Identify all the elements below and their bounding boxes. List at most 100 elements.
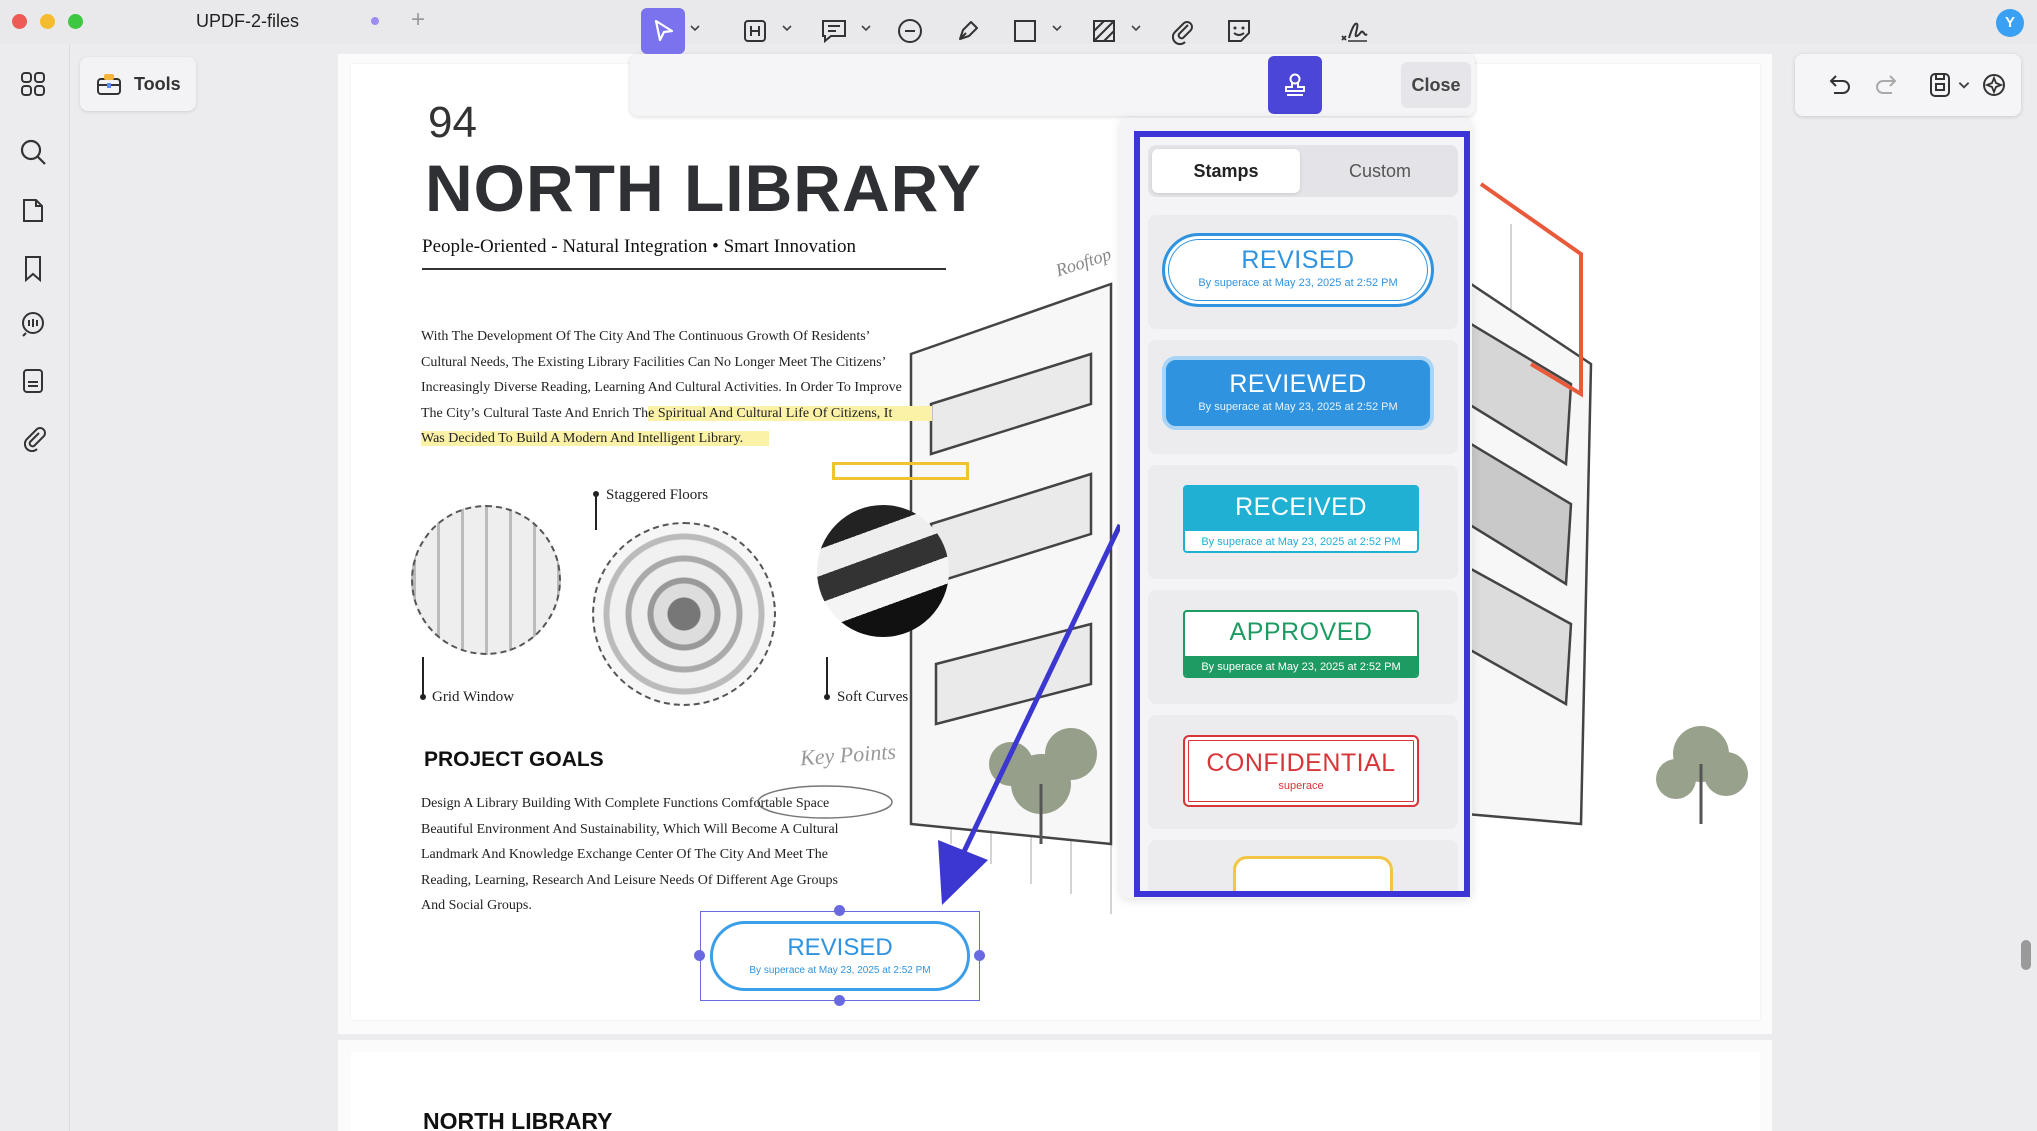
project-goals-paragraph[interactable]: Design A Library Building With Complete … [421,791,901,919]
intro-line: The City’s Cultural Taste And Enrich The… [421,401,966,427]
stamp-option-confidential[interactable]: CONFIDENTIAL superace [1148,715,1458,829]
maximize-window-button[interactable] [68,14,83,29]
caption-marker [824,694,830,700]
highlighted-text[interactable]: Was Decided To Build A Modern And Intell… [421,431,770,446]
search-icon[interactable] [19,138,47,166]
chevron-down-icon[interactable] [1051,22,1063,34]
comment-tool-button[interactable] [888,8,932,54]
page-number: 94 [428,98,477,147]
caption-leader-line [826,657,828,697]
right-toolbar [1795,54,2021,116]
area-tool-button[interactable] [1082,8,1141,54]
chevron-down-icon[interactable] [1957,70,1971,100]
stamp-icon [1285,73,1305,96]
goals-line: Beautiful Environment And Sustainability… [421,821,839,837]
stamp-option-received[interactable]: RECEIVED By superace at May 23, 2025 at … [1148,465,1458,579]
intro-line: With The Development Of The City And The… [421,329,871,344]
resize-handle-top[interactable] [834,905,845,916]
resize-handle-right[interactable] [974,950,985,961]
document-title: NORTH LIBRARY [425,151,982,225]
project-goals-heading: PROJECT GOALS [424,748,604,771]
page-icon[interactable] [19,196,47,224]
chevron-down-icon[interactable] [860,22,872,34]
goals-line: Design A Library Building With Complete … [421,796,830,811]
chevron-down-icon[interactable] [781,22,793,34]
redo-icon[interactable] [1873,70,1903,100]
user-avatar[interactable]: Y [1996,9,2024,37]
minimize-window-button[interactable] [40,14,55,29]
signature-tool-button[interactable] [1332,8,1376,54]
placed-stamp-label: REVISED [787,934,893,961]
intro-paragraph[interactable]: With The Development Of The City And The… [421,324,966,452]
highlighted-text[interactable]: e Spiritual And Cultural Life Of Citizen… [648,405,933,421]
approved-stamp: APPROVED By superace at May 23, 2025 at … [1183,610,1419,678]
sticker-tool-button[interactable] [1217,8,1261,54]
stamp-label: RECEIVED [1235,493,1367,521]
tab-stamps[interactable]: Stamps [1152,149,1300,193]
caption-leader-line [422,657,424,697]
intro-line: Was Decided To Build A Modern And Intell… [421,426,966,452]
received-stamp: RECEIVED By superace at May 23, 2025 at … [1183,485,1419,553]
resize-handle-left[interactable] [694,950,705,961]
save-icon[interactable] [1925,70,1955,100]
caption-marker [420,694,426,700]
attachment-icon[interactable] [19,424,47,453]
intro-line: Increasingly Diverse Reading, Learning A… [421,380,902,395]
caption-grid-window: Grid Window [432,689,515,705]
stamp-option-revised[interactable]: REVISED By superace at May 23, 2025 at 2… [1148,215,1458,329]
tab-custom[interactable]: Custom [1306,149,1454,193]
stamp-tool-button[interactable] [1268,56,1322,114]
stamps-panel-tabs: Stamps Custom [1148,145,1458,197]
pen-icon [959,21,978,40]
new-tab-button[interactable]: + [411,6,425,34]
close-window-button[interactable] [12,14,27,29]
stamp-option-partial[interactable] [1148,840,1458,891]
select-cursor-icon [654,19,674,42]
document-tab-title[interactable]: UPDF-2-files [196,11,299,32]
chevron-down-icon[interactable] [689,22,701,34]
rectangle-annotation[interactable] [832,462,969,480]
tools-label: Tools [134,74,181,94]
document-list-icon[interactable] [19,367,47,395]
stamp-meta: By superace at May 23, 2025 at 2:52 PM [1198,277,1398,289]
confidential-stamp: CONFIDENTIAL superace [1183,735,1419,807]
stamp-meta: superace [1278,780,1324,792]
page-2-title: NORTH LIBRARY [423,1108,613,1131]
stamp-label: REVISED [1241,246,1355,274]
stamp-meta: By superace at May 23, 2025 at 2:52 PM [1201,661,1401,673]
intro-line: Cultural Needs, The Existing Library Fac… [421,354,887,370]
shape-tool-button[interactable] [1003,8,1062,54]
stamp-option-approved[interactable]: APPROVED By superace at May 23, 2025 at … [1148,590,1458,704]
placed-revised-stamp[interactable]: REVISED By superace at May 23, 2025 at 2… [710,921,970,991]
close-toolbar-button[interactable]: Close [1401,62,1471,108]
revised-stamp: REVISED By superace at May 23, 2025 at 2… [1162,233,1434,307]
unsaved-indicator-dot [371,17,379,25]
ai-assistant-icon[interactable] [1979,70,2009,100]
stamp-meta: By superace at May 23, 2025 at 2:52 PM [1198,401,1398,413]
pen-tool-button[interactable] [946,8,990,54]
grid-apps-icon[interactable] [19,70,47,98]
stamp-label: APPROVED [1229,618,1373,646]
signature-icon [1341,22,1368,42]
chevron-down-icon[interactable] [1130,22,1142,34]
partial-stamp [1233,856,1393,891]
caption-leader-line [595,494,597,530]
pointer-arrow [938,523,1123,905]
placed-stamp-meta: By superace at May 23, 2025 at 2:52 PM [749,965,931,976]
comment-bubble-icon [898,19,922,43]
goals-line: Reading, Learning, Research And Leisure … [421,872,838,888]
text-callout-tool-button[interactable] [812,8,871,54]
text-box-tool-button[interactable] [733,8,792,54]
tools-button[interactable]: Tools [80,57,196,111]
bookmark-icon[interactable] [19,254,47,283]
attachment-tool-button[interactable] [1160,8,1204,54]
resize-handle-bottom[interactable] [834,995,845,1006]
document-scrollbar[interactable] [2021,940,2031,970]
comment-icon[interactable] [19,310,47,338]
stamp-option-reviewed[interactable]: REVIEWED By superace at May 23, 2025 at … [1148,340,1458,454]
select-tool-button[interactable] [641,8,700,54]
undo-icon[interactable] [1823,70,1853,100]
stamp-label: REVIEWED [1229,370,1367,398]
toolbox-icon [97,74,121,95]
stamp-label: CONFIDENTIAL [1206,749,1396,777]
